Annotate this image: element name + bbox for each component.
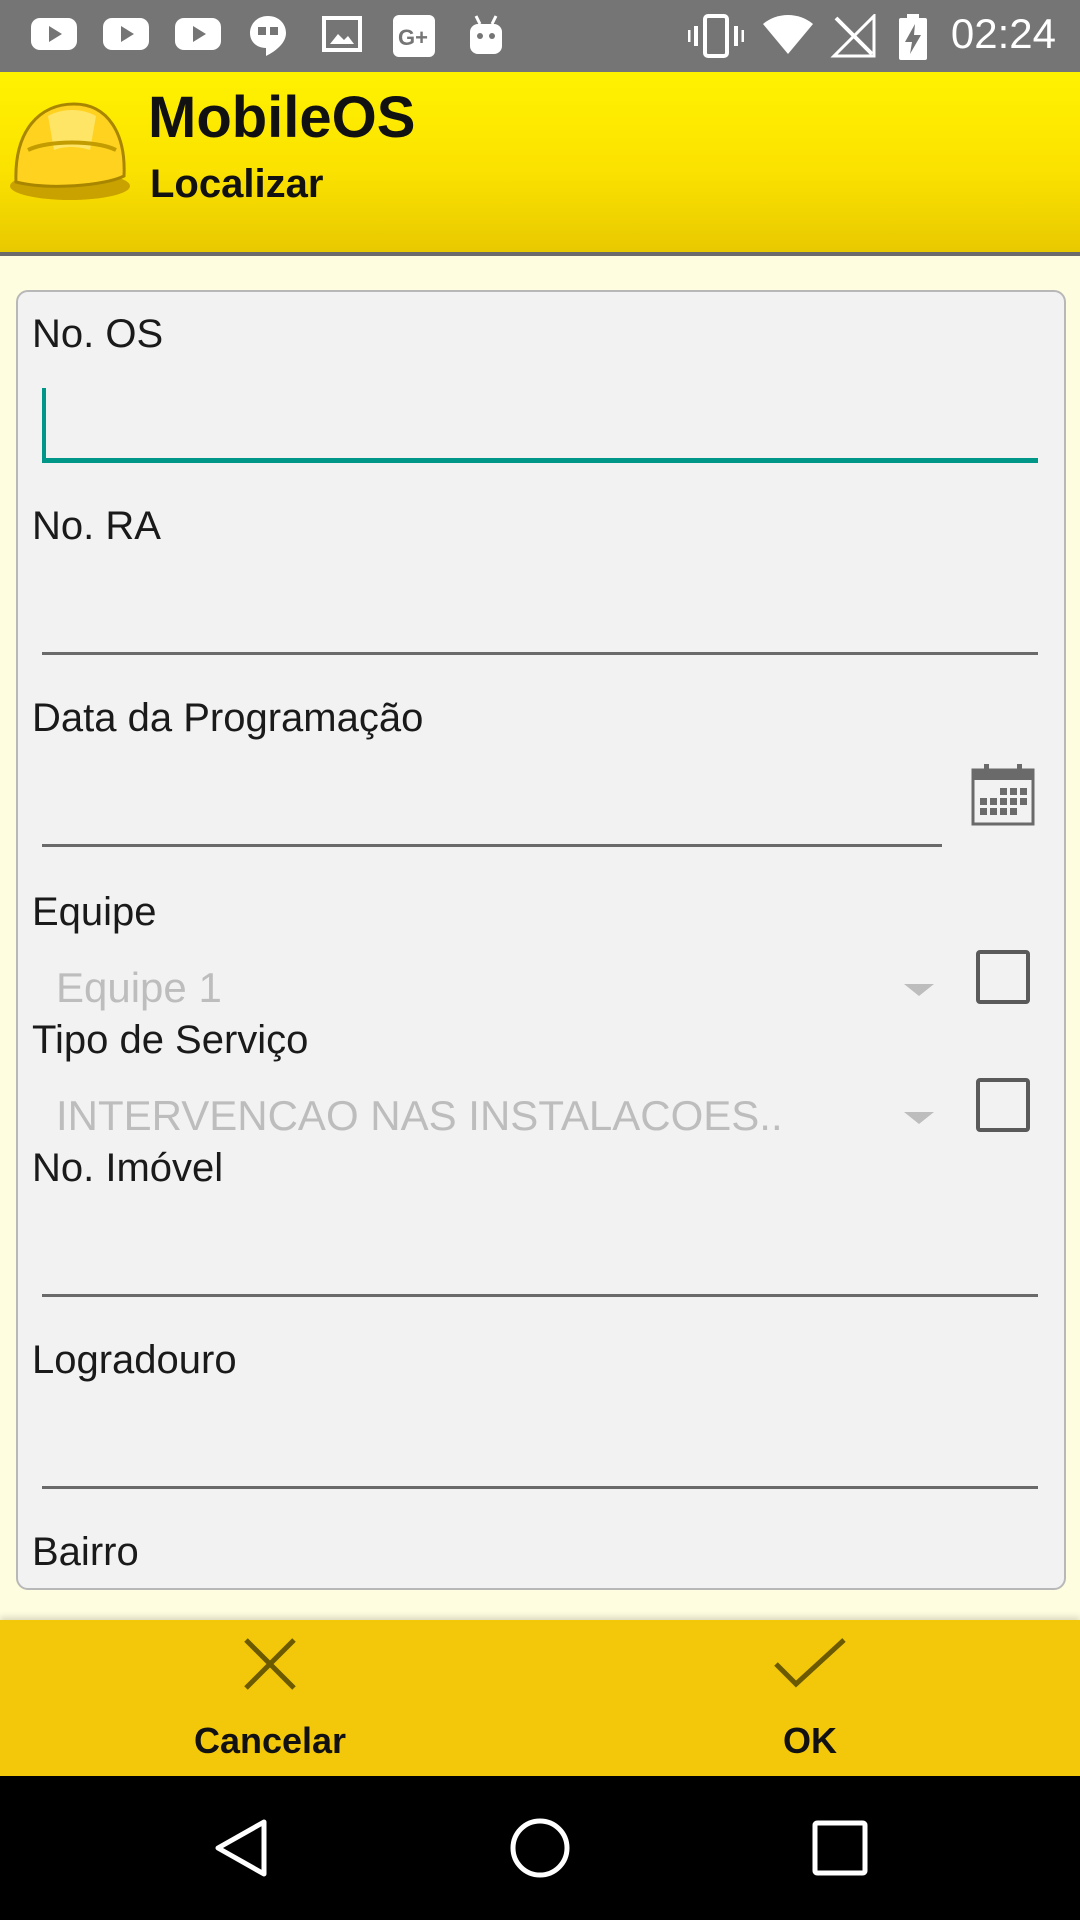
os-number-label: No. OS: [32, 312, 164, 356]
no-signal-icon: [830, 14, 876, 58]
team-select[interactable]: Equipe 1: [56, 964, 222, 1012]
property-number-input[interactable]: [42, 1224, 1038, 1297]
ok-button[interactable]: OK: [540, 1620, 1080, 1776]
service-type-label: Tipo de Serviço: [32, 1018, 309, 1062]
calendar-icon[interactable]: [970, 762, 1036, 828]
hard-hat-icon: [10, 102, 130, 200]
chevron-down-icon[interactable]: [904, 984, 934, 996]
recents-icon[interactable]: [808, 1816, 872, 1880]
schedule-date-input[interactable]: [42, 774, 942, 847]
close-icon: [244, 1638, 296, 1690]
ra-number-label: No. RA: [32, 504, 161, 548]
youtube-icon: [31, 18, 77, 50]
os-number-input[interactable]: [42, 388, 1038, 463]
home-icon[interactable]: [508, 1816, 572, 1880]
wifi-icon: [763, 15, 813, 54]
back-icon[interactable]: [210, 1816, 274, 1880]
youtube-icon: [175, 18, 221, 50]
page-subtitle: Localizar: [150, 162, 324, 206]
service-type-select[interactable]: INTERVENCAO NAS INSTALACOES..: [56, 1092, 783, 1140]
text-cursor: [42, 388, 46, 458]
status-bar: G+ 02:24: [0, 0, 1080, 72]
cancel-button[interactable]: Cancelar: [0, 1620, 540, 1776]
app-title: MobileOS: [148, 85, 416, 150]
action-bar: Cancelar OK: [0, 1620, 1080, 1776]
neighborhood-label: Bairro: [32, 1530, 139, 1574]
street-label: Logradouro: [32, 1338, 237, 1382]
battery-charging-icon: [899, 14, 927, 60]
android-icon: [470, 15, 502, 54]
chevron-down-icon[interactable]: [904, 1112, 934, 1124]
gallery-icon: [322, 16, 362, 52]
schedule-date-label: Data da Programação: [32, 696, 424, 740]
ok-label: OK: [783, 1720, 837, 1761]
checkmark-icon: [774, 1638, 846, 1688]
status-time: 02:24: [950, 10, 1056, 57]
ra-number-input[interactable]: [42, 582, 1038, 655]
search-form: No. OS No. RA Data da Programação Equipe…: [16, 290, 1066, 1590]
street-input[interactable]: [42, 1416, 1038, 1489]
service-type-checkbox[interactable]: [976, 1078, 1030, 1132]
team-checkbox[interactable]: [976, 950, 1030, 1004]
svg-text:G+: G+: [398, 25, 428, 50]
team-label: Equipe: [32, 890, 157, 934]
google-plus-icon: G+: [393, 15, 435, 57]
cancel-label: Cancelar: [193, 1720, 347, 1761]
property-number-label: No. Imóvel: [32, 1146, 224, 1190]
youtube-icon: [103, 18, 149, 50]
app-header: MobileOS Localizar: [0, 72, 1080, 256]
navigation-bar: [0, 1776, 1080, 1920]
hangouts-icon: [250, 16, 286, 56]
vibrate-icon: [688, 14, 744, 58]
